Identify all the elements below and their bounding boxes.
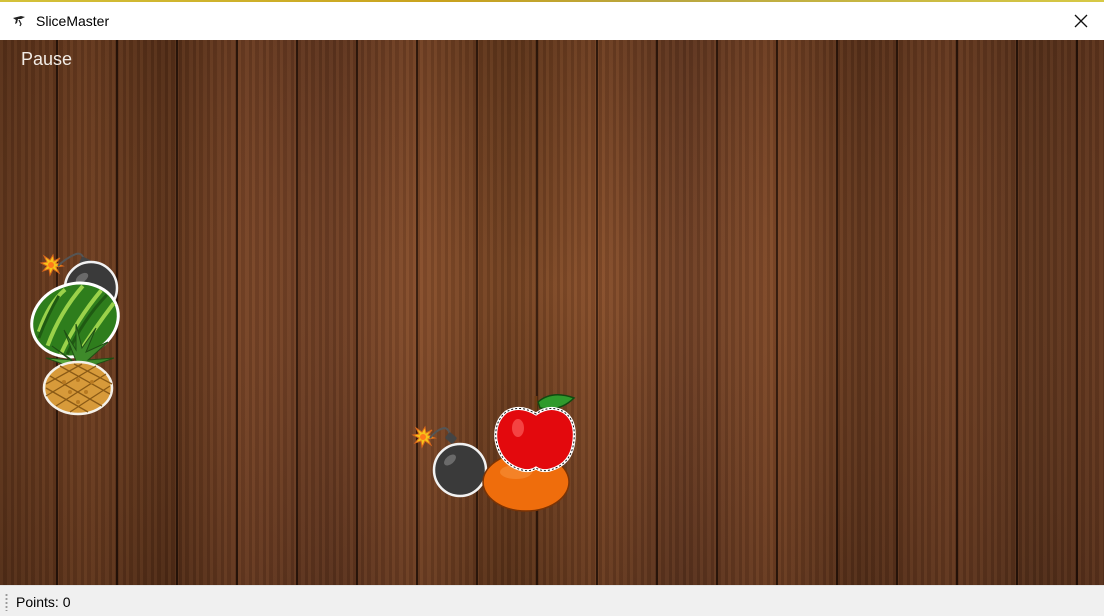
pineapple-icon[interactable] [38, 322, 118, 416]
close-icon [1074, 14, 1088, 28]
window-title: SliceMaster [36, 13, 110, 29]
title-bar[interactable]: SliceMaster [0, 2, 1104, 40]
status-grip-icon [5, 592, 8, 611]
game-window: SliceMaster Pause Points: 0 [0, 0, 1104, 616]
bomb-icon[interactable] [410, 420, 490, 502]
points-counter: Points: 0 [16, 593, 71, 610]
apple-icon[interactable] [490, 388, 582, 476]
close-button[interactable] [1058, 2, 1104, 40]
fruit-slice-icon [11, 13, 27, 29]
game-canvas[interactable]: Pause [0, 40, 1104, 585]
pause-button[interactable]: Pause [21, 49, 72, 70]
status-bar: Points: 0 [0, 585, 1104, 616]
